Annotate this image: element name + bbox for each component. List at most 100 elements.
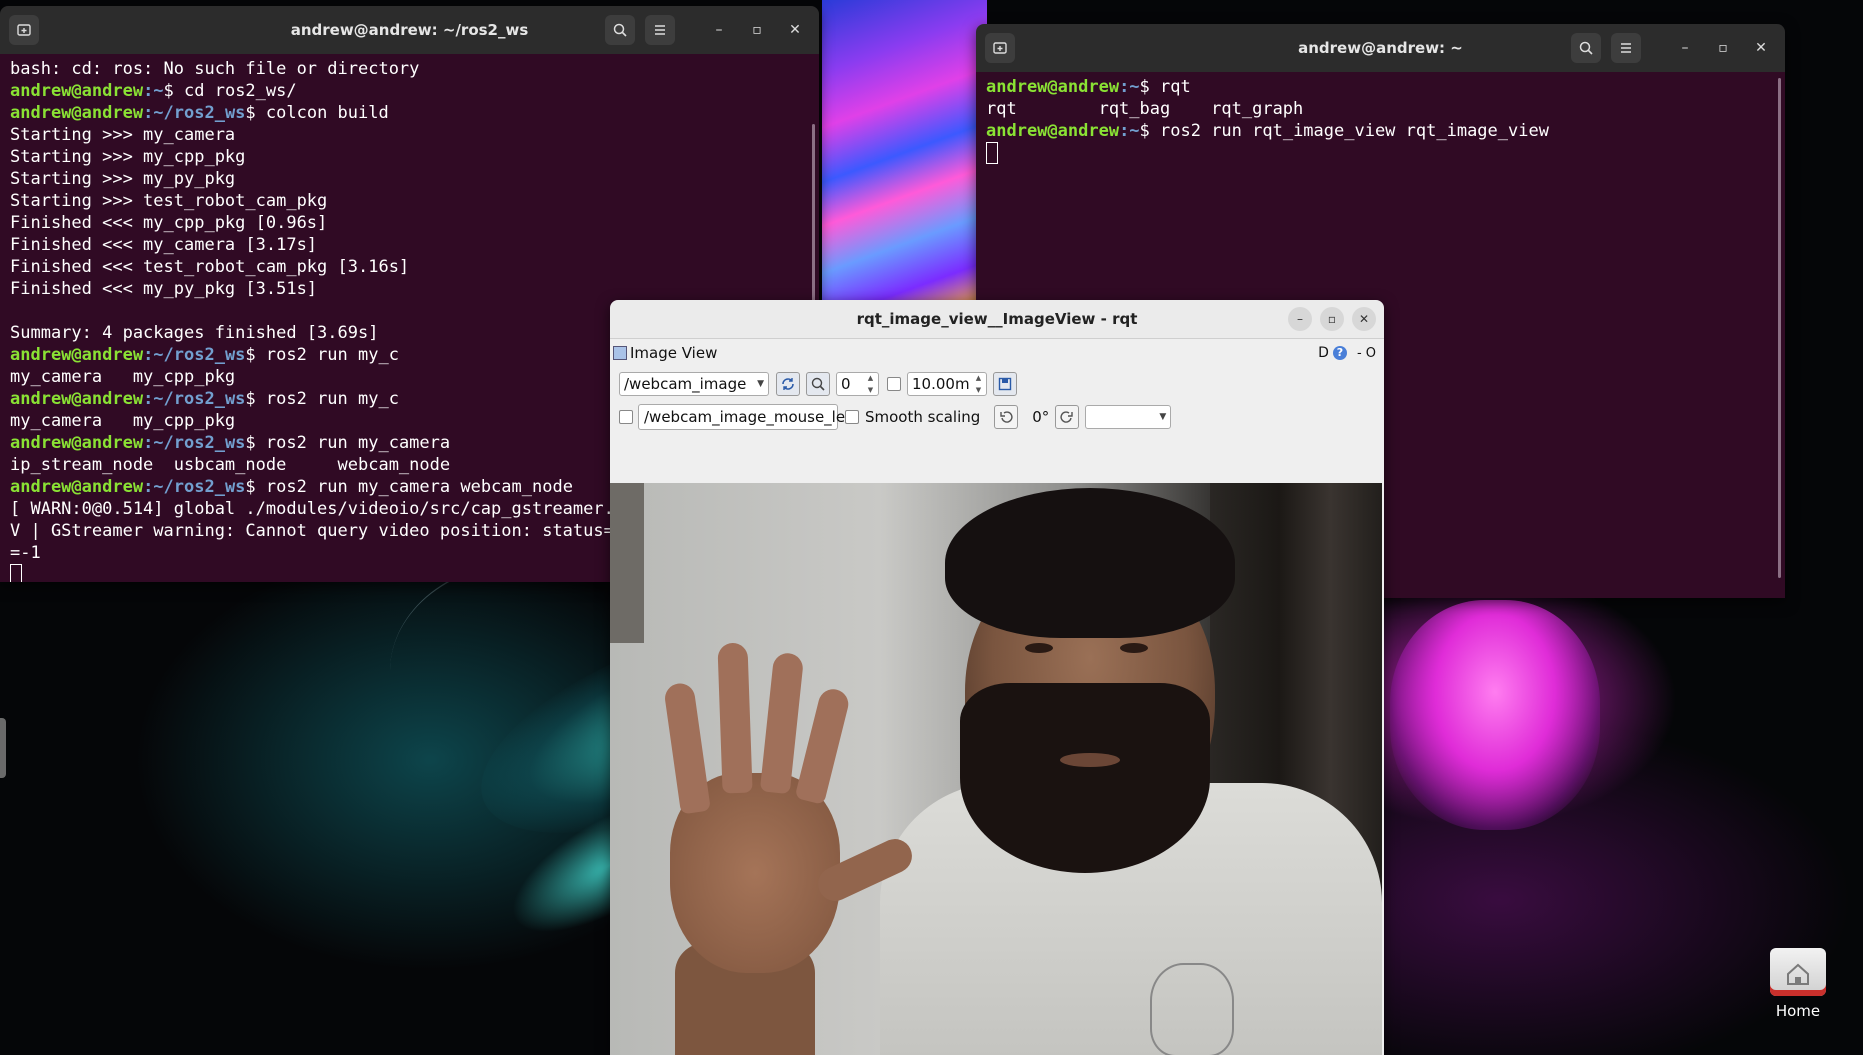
refresh-topics-button[interactable] — [776, 371, 800, 396]
minimize-button[interactable]: – — [705, 16, 733, 44]
line-text: Finished <<< test_robot_cam_pkg [3.16s] — [10, 257, 410, 277]
mouse-topic-value: /webcam_image_mouse_left — [644, 407, 856, 426]
prompt-user: andrew@andrew — [986, 121, 1120, 141]
mouse-topic-input[interactable]: /webcam_image_mouse_left — [638, 403, 856, 430]
terminal-line: andrew@andrew:~$ ros2 run rqt_image_view… — [986, 120, 1775, 142]
line-text: $ cd ros2_ws/ — [163, 81, 297, 101]
save-image-button[interactable] — [993, 371, 1017, 396]
rqt-titlebar[interactable]: rqt_image_view__ImageView - rqt – ▫ ✕ — [610, 300, 1384, 339]
person-finger — [759, 651, 805, 795]
shirt-logo — [1150, 963, 1234, 1055]
prompt-path: :~/ros2_ws — [143, 477, 246, 497]
prompt-user: andrew@andrew — [10, 103, 144, 123]
spin-up-icon[interactable]: ▲ — [868, 374, 873, 382]
prompt-path: :~/ros2_ws — [143, 433, 246, 453]
person-finger — [794, 686, 852, 805]
save-icon — [998, 377, 1012, 390]
rqt-image-view-window[interactable]: rqt_image_view__ImageView - rqt – ▫ ✕ Im… — [610, 300, 1384, 1055]
smooth-scaling-checkbox[interactable] — [845, 409, 859, 424]
terminal-line: Starting >>> test_robot_cam_pkg — [10, 190, 809, 212]
color-scheme-select[interactable]: ▼ — [1085, 404, 1172, 429]
prompt-path: :~/ros2_ws — [143, 103, 246, 123]
line-text: Starting >>> my_cpp_pkg — [10, 147, 246, 167]
max-range-spinbox[interactable]: 10.00m ▲ ▼ — [907, 371, 987, 396]
rotation-angle-label: 0° — [1032, 407, 1050, 426]
home-folder-shortcut[interactable]: Home — [1758, 948, 1838, 1020]
rqt-title: rqt_image_view__ImageView - rqt — [856, 310, 1138, 328]
new-tab-icon — [993, 42, 1007, 54]
zoom-fit-button[interactable] — [806, 371, 830, 396]
line-text: Starting >>> my_py_pkg — [10, 169, 236, 189]
prompt-path: :~/ros2_ws — [143, 389, 246, 409]
prompt-user: andrew@andrew — [10, 477, 144, 497]
spin-down-icon[interactable]: ▼ — [976, 386, 981, 394]
maximize-icon: ▫ — [1718, 40, 1728, 56]
topic-select[interactable]: /webcam_image ▼ — [619, 371, 769, 396]
spin-up-icon[interactable]: ▲ — [976, 374, 981, 382]
line-text: Finished <<< my_cpp_pkg [0.96s] — [10, 213, 328, 233]
minimize-button[interactable]: – — [1671, 34, 1699, 62]
help-icon[interactable]: ? — [1332, 346, 1347, 360]
maximize-button[interactable]: ▫ — [1709, 34, 1737, 62]
line-text: $ ros2 run my_c — [245, 389, 399, 409]
terminal-cursor-line — [986, 142, 1775, 164]
line-text: my_camera my_cpp_pkg — [10, 367, 236, 387]
menu-button[interactable] — [1611, 33, 1641, 63]
terminal-line: Starting >>> my_py_pkg — [10, 168, 809, 190]
webcam-image-view[interactable] — [610, 483, 1382, 1055]
line-text: Starting >>> test_robot_cam_pkg — [10, 191, 328, 211]
rqt-content: Image View D ? - O /webcam_image ▼ 0 ▲ ▼ — [610, 339, 1384, 1055]
terminal-line: rqt rqt_bag rqt_graph — [986, 98, 1775, 120]
menu-button[interactable] — [645, 15, 675, 45]
person-eye — [1120, 643, 1148, 653]
smooth-scaling-label: Smooth scaling — [865, 407, 981, 426]
publish-mouse-checkbox[interactable] — [619, 409, 633, 424]
prompt-user: andrew@andrew — [10, 81, 144, 101]
terminal-titlebar[interactable]: andrew@andrew: ~ – ▫ ✕ — [976, 24, 1785, 72]
terminal-line: Finished <<< test_robot_cam_pkg [3.16s] — [10, 256, 809, 278]
minimize-close-plugin-buttons[interactable]: - O — [1357, 346, 1376, 361]
zoom-icon — [811, 377, 825, 391]
dock-toggle-button[interactable]: D — [1318, 345, 1329, 361]
terminal-titlebar[interactable]: andrew@andrew: ~/ros2_ws – ▫ ✕ — [0, 6, 819, 54]
line-text: $ ros2 run my_camera webcam_node — [245, 477, 573, 497]
line-text: $ ros2 run my_camera — [245, 433, 451, 453]
person-eye — [1025, 643, 1053, 653]
new-tab-button[interactable] — [985, 33, 1015, 63]
plugin-header: Image View D ? - O — [610, 339, 1384, 367]
terminal-line: Starting >>> my_cpp_pkg — [10, 146, 809, 168]
new-tab-button[interactable] — [9, 15, 39, 45]
prompt-user: andrew@andrew — [10, 433, 144, 453]
close-button[interactable]: ✕ — [781, 16, 809, 44]
prompt-path: :~ — [1119, 77, 1140, 97]
dock-edge-handle[interactable] — [0, 718, 6, 778]
prompt-user: andrew@andrew — [986, 77, 1120, 97]
chevron-down-icon: ▼ — [1159, 411, 1167, 422]
close-button[interactable]: ✕ — [1747, 34, 1775, 62]
search-icon — [613, 23, 627, 37]
terminal-line: bash: cd: ros: No such file or directory — [10, 58, 809, 80]
search-button[interactable] — [1571, 33, 1601, 63]
terminal-line: andrew@andrew:~$ cd ros2_ws/ — [10, 80, 809, 102]
image-count-spinbox[interactable]: 0 ▲ ▼ — [836, 371, 879, 396]
terminal-scrollbar[interactable] — [1778, 78, 1781, 578]
rotate-left-button[interactable] — [994, 404, 1019, 429]
rotate-right-button[interactable] — [1055, 404, 1080, 429]
line-text: V | GStreamer warning: Cannot query vide… — [10, 521, 625, 541]
wallpaper-pink-glow — [1390, 600, 1600, 830]
line-text: $ colcon build — [245, 103, 389, 123]
terminal-line: andrew@andrew:~/ros2_ws$ colcon build — [10, 102, 809, 124]
topic-select-value: /webcam_image — [624, 374, 747, 393]
new-tab-icon — [17, 24, 31, 36]
search-button[interactable] — [605, 15, 635, 45]
spinbox-value: 0 — [841, 374, 851, 393]
spin-down-icon[interactable]: ▼ — [868, 386, 873, 394]
maximize-button[interactable]: ▫ — [743, 16, 771, 44]
person-hair — [945, 488, 1235, 638]
chevron-down-icon: ▼ — [757, 378, 764, 389]
plugin-title: Image View — [630, 344, 718, 362]
refresh-icon — [782, 377, 794, 390]
dynamic-range-checkbox[interactable] — [887, 376, 901, 391]
rotate-right-icon — [1060, 410, 1074, 423]
line-text: $ ros2 run rqt_image_view rqt_image_view — [1139, 121, 1549, 141]
